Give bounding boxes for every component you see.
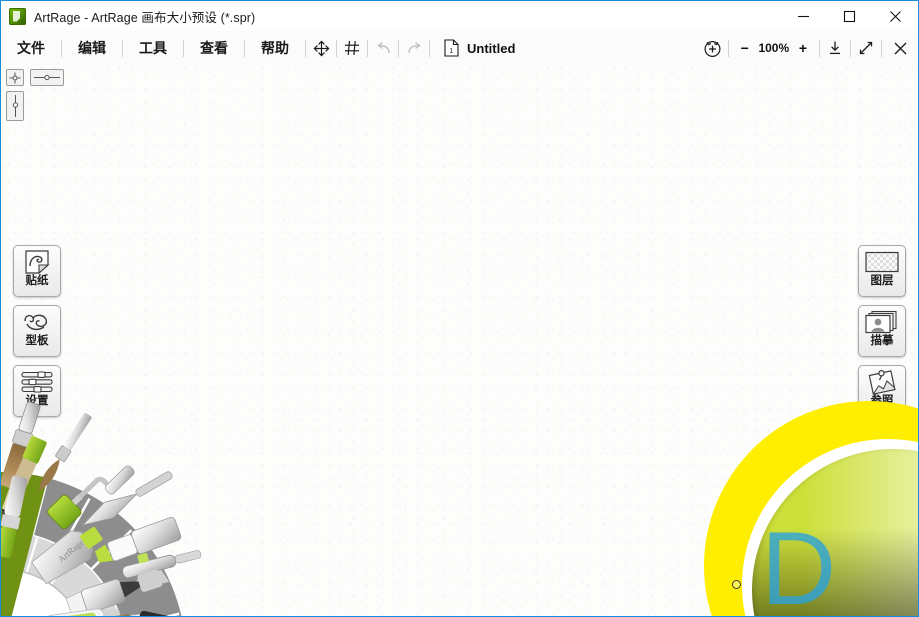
window-title: ArtRage - ArtRage 画布大小预设 (*.spr) [34, 10, 256, 25]
panel-layers-label: 图层 [870, 275, 894, 287]
menu-bar: 文件 编辑 工具 查看 帮助 1 Untitled − 100% + [1, 31, 918, 66]
rotate-canvas-icon[interactable] [698, 31, 728, 65]
guide-center-button[interactable] [6, 69, 24, 86]
minimize-button[interactable] [780, 1, 826, 31]
maximize-button[interactable] [826, 1, 872, 31]
move-icon[interactable] [306, 31, 336, 65]
fit-to-screen-icon[interactable] [820, 31, 850, 65]
undo-icon[interactable] [368, 31, 398, 65]
layers-icon [865, 249, 899, 275]
tool-wheel[interactable]: ArtRage [1, 361, 257, 616]
guide-vertical-button[interactable] [6, 91, 24, 121]
grid-icon[interactable] [337, 31, 367, 65]
title-bar: ArtRage - ArtRage 画布大小预设 (*.spr) [1, 1, 918, 31]
window-controls [780, 1, 918, 31]
menu-file[interactable]: 文件 [1, 31, 61, 65]
zoom-out-button[interactable]: − [741, 40, 749, 56]
zoom-control: − 100% + [729, 40, 819, 56]
toolbar-right: − 100% + [698, 31, 918, 65]
zoom-in-button[interactable]: + [799, 40, 807, 56]
svg-text:1: 1 [449, 48, 453, 55]
panel-tracing-label: 描摹 [870, 335, 894, 347]
panel-stencils-label: 型板 [25, 335, 49, 347]
document-name: Untitled [467, 40, 516, 56]
canvas-guides [6, 69, 64, 126]
tracing-icon [865, 309, 899, 335]
menu-tools[interactable]: 工具 [123, 31, 183, 65]
artrage-window: ArtRage - ArtRage 画布大小预设 (*.spr) 文件 编辑 工… [0, 0, 919, 617]
artrage-icon [9, 7, 26, 25]
zoom-value: 100% [758, 41, 790, 55]
document-chip[interactable]: 1 Untitled [430, 39, 515, 57]
menu-help[interactable]: 帮助 [245, 31, 305, 65]
panel-stencils[interactable]: 型板 [13, 305, 61, 357]
panel-stickers[interactable]: 贴纸 [13, 245, 61, 297]
color-wheel[interactable]: 0% [664, 361, 918, 616]
redo-icon[interactable] [399, 31, 429, 65]
hue-knob[interactable] [732, 580, 741, 589]
panel-layers[interactable]: 图层 [858, 245, 906, 297]
panel-tracing[interactable]: 描摹 [858, 305, 906, 357]
sticker-icon [20, 249, 54, 275]
panel-stickers-label: 贴纸 [25, 275, 49, 287]
guide-horizontal-button[interactable] [30, 69, 64, 86]
close-panel-icon[interactable] [882, 31, 918, 65]
page-1-icon: 1 [444, 39, 459, 57]
close-button[interactable] [872, 1, 918, 31]
canvas-area[interactable]: 贴纸 型板 设置 图层 描摹 ArtRage D [1, 65, 918, 616]
stencil-icon [20, 309, 54, 335]
menu-edit[interactable]: 编辑 [62, 31, 122, 65]
menu-view[interactable]: 查看 [184, 31, 244, 65]
expand-icon[interactable] [851, 31, 881, 65]
